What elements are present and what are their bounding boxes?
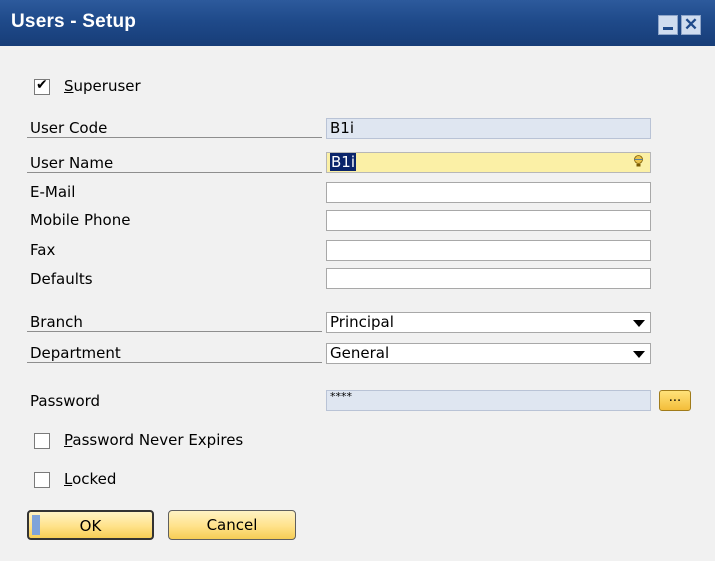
- mobile-phone-label: Mobile Phone: [30, 211, 131, 229]
- department-select[interactable]: General: [326, 343, 651, 364]
- email-label: E-Mail: [30, 183, 76, 201]
- title-bar: Users - Setup ✕: [0, 0, 715, 46]
- close-button[interactable]: ✕: [681, 15, 701, 35]
- password-field[interactable]: ****: [326, 390, 651, 411]
- defaults-field[interactable]: [326, 268, 651, 289]
- user-name-field[interactable]: B1i: [326, 152, 651, 173]
- cancel-button[interactable]: Cancel: [168, 510, 296, 540]
- password-never-expires-checkbox[interactable]: [34, 433, 50, 449]
- password-ellipsis-button[interactable]: ...: [659, 390, 691, 411]
- fax-field[interactable]: [326, 240, 651, 261]
- user-code-label: User Code: [27, 118, 322, 138]
- branch-select[interactable]: Principal: [326, 312, 651, 333]
- superuser-checkbox[interactable]: [34, 77, 50, 95]
- minimize-button[interactable]: [658, 15, 678, 35]
- branch-label: Branch: [27, 312, 322, 332]
- password-label: Password: [30, 392, 101, 410]
- locked-checkbox[interactable]: [34, 472, 50, 488]
- defaults-label: Defaults: [30, 270, 93, 288]
- translation-globe-icon[interactable]: [633, 155, 644, 167]
- branch-value: Principal: [330, 313, 394, 331]
- department-label: Department: [27, 343, 322, 363]
- user-name-label: User Name: [27, 153, 322, 173]
- cancel-button-label: Cancel: [206, 516, 258, 534]
- ok-button[interactable]: OK: [27, 510, 154, 540]
- fax-label: Fax: [30, 241, 56, 259]
- department-value: General: [330, 344, 390, 362]
- chevron-down-icon[interactable]: [633, 320, 645, 327]
- mobile-phone-field[interactable]: [326, 210, 651, 231]
- superuser-label: Superuser: [64, 77, 141, 95]
- email-field[interactable]: [326, 182, 651, 203]
- ok-button-label: OK: [79, 517, 102, 535]
- window-title: Users - Setup: [11, 11, 137, 32]
- user-code-field: B1i: [326, 118, 651, 139]
- password-never-expires-label: Password Never Expires: [64, 431, 244, 449]
- locked-label: Locked: [64, 470, 117, 488]
- user-name-value: B1i: [330, 153, 357, 171]
- chevron-down-icon[interactable]: [633, 351, 645, 358]
